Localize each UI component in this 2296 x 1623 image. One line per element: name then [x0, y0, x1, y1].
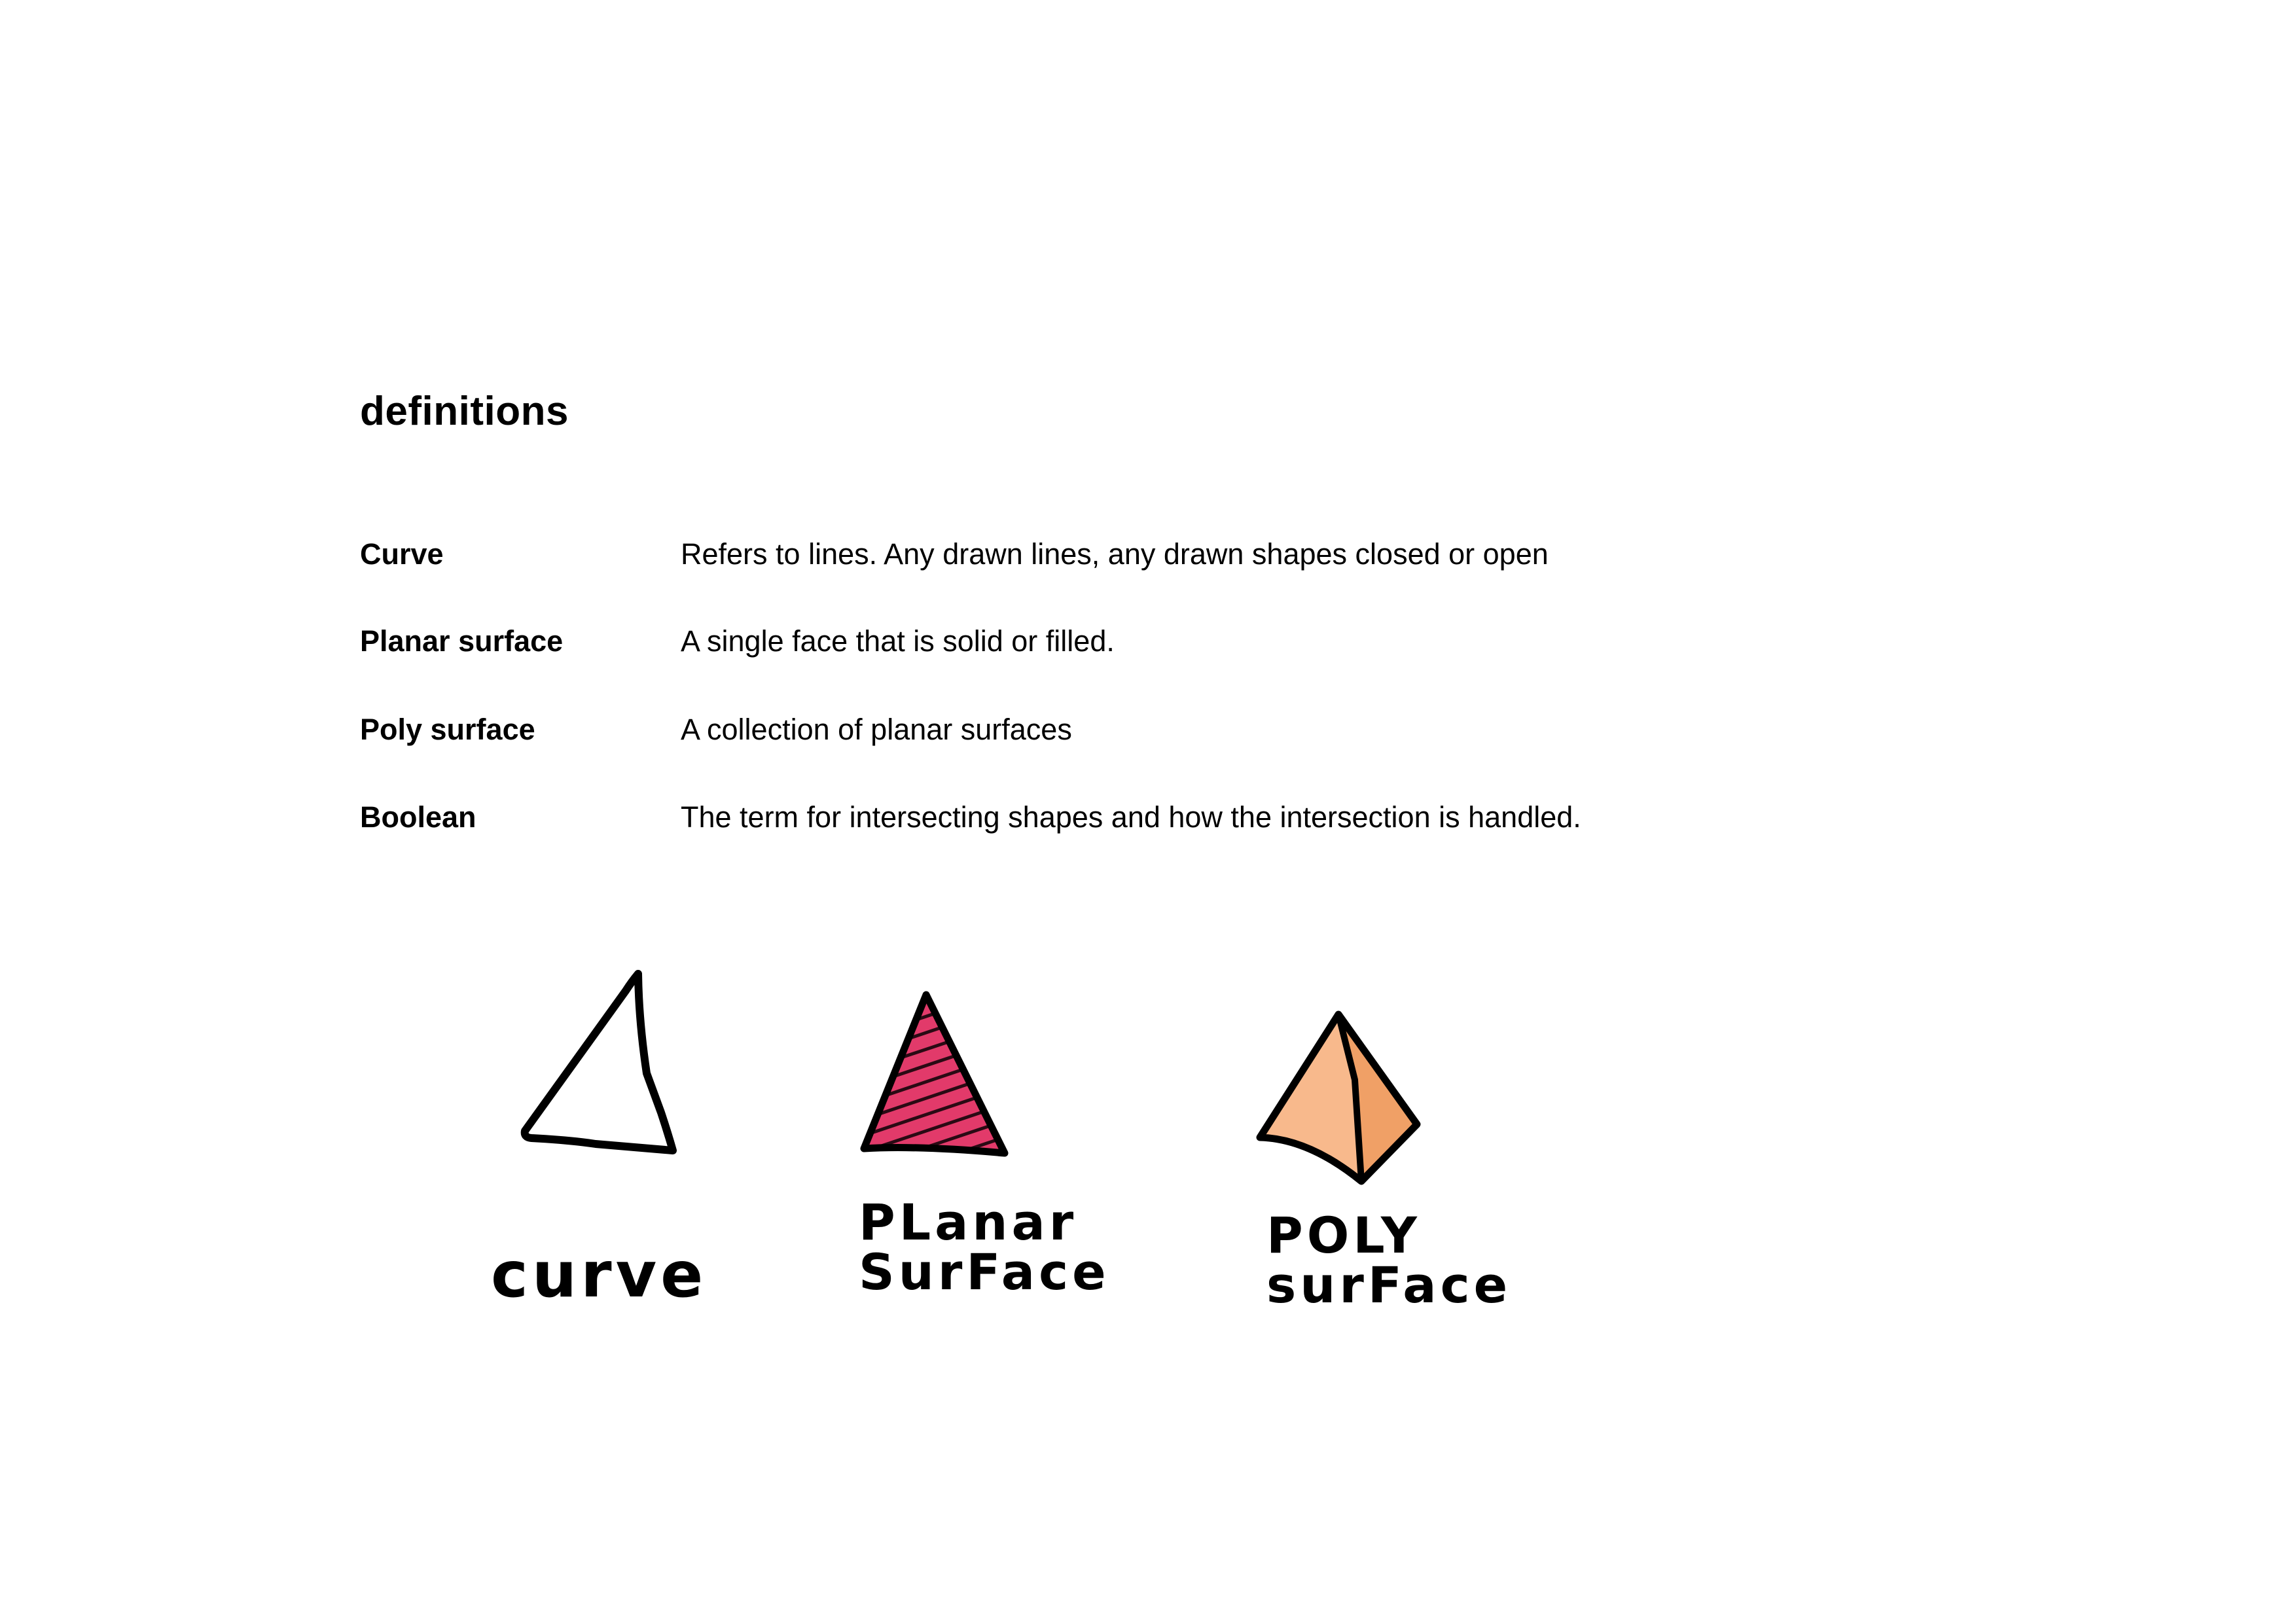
definition-text: The term for intersecting shapes and how…: [681, 800, 1581, 834]
definition-text: A collection of planar surfaces: [681, 713, 1072, 746]
planar-surface-label: PLanar SurFace: [859, 1193, 1110, 1301]
outline-triangle-icon: [520, 970, 677, 1154]
definition-text: A single face that is solid or filled.: [681, 624, 1115, 658]
definition-row-planar-surface: Planar surface A single face that is sol…: [360, 618, 1996, 664]
definition-term: Curve: [360, 537, 444, 571]
hatched-triangle-icon: [860, 991, 1009, 1157]
definition-row-poly-surface: Poly surface A collection of planar surf…: [360, 707, 1996, 753]
definition-term: Boolean: [360, 800, 476, 834]
curve-sketch: [497, 969, 681, 1165]
definition-text: Refers to lines. Any drawn lines, any dr…: [681, 537, 1549, 571]
definition-row-curve: Curve Refers to lines. Any drawn lines, …: [360, 531, 1996, 577]
planar-surface-sketch: [857, 988, 1028, 1171]
poly-surface-sketch: [1250, 1008, 1433, 1204]
definition-term: Poly surface: [360, 713, 535, 746]
tetrahedron-icon: [1256, 1010, 1421, 1185]
page-title: definitions: [360, 389, 569, 434]
definition-row-boolean: Boolean The term for intersecting shapes…: [360, 794, 1996, 840]
curve-label: curve: [491, 1238, 708, 1311]
sketch-illustrations: curve PLanar SurFace POLY surFace: [458, 942, 1571, 1400]
definition-term: Planar surface: [360, 624, 564, 658]
poly-surface-label: POLY surFace: [1266, 1206, 1512, 1314]
